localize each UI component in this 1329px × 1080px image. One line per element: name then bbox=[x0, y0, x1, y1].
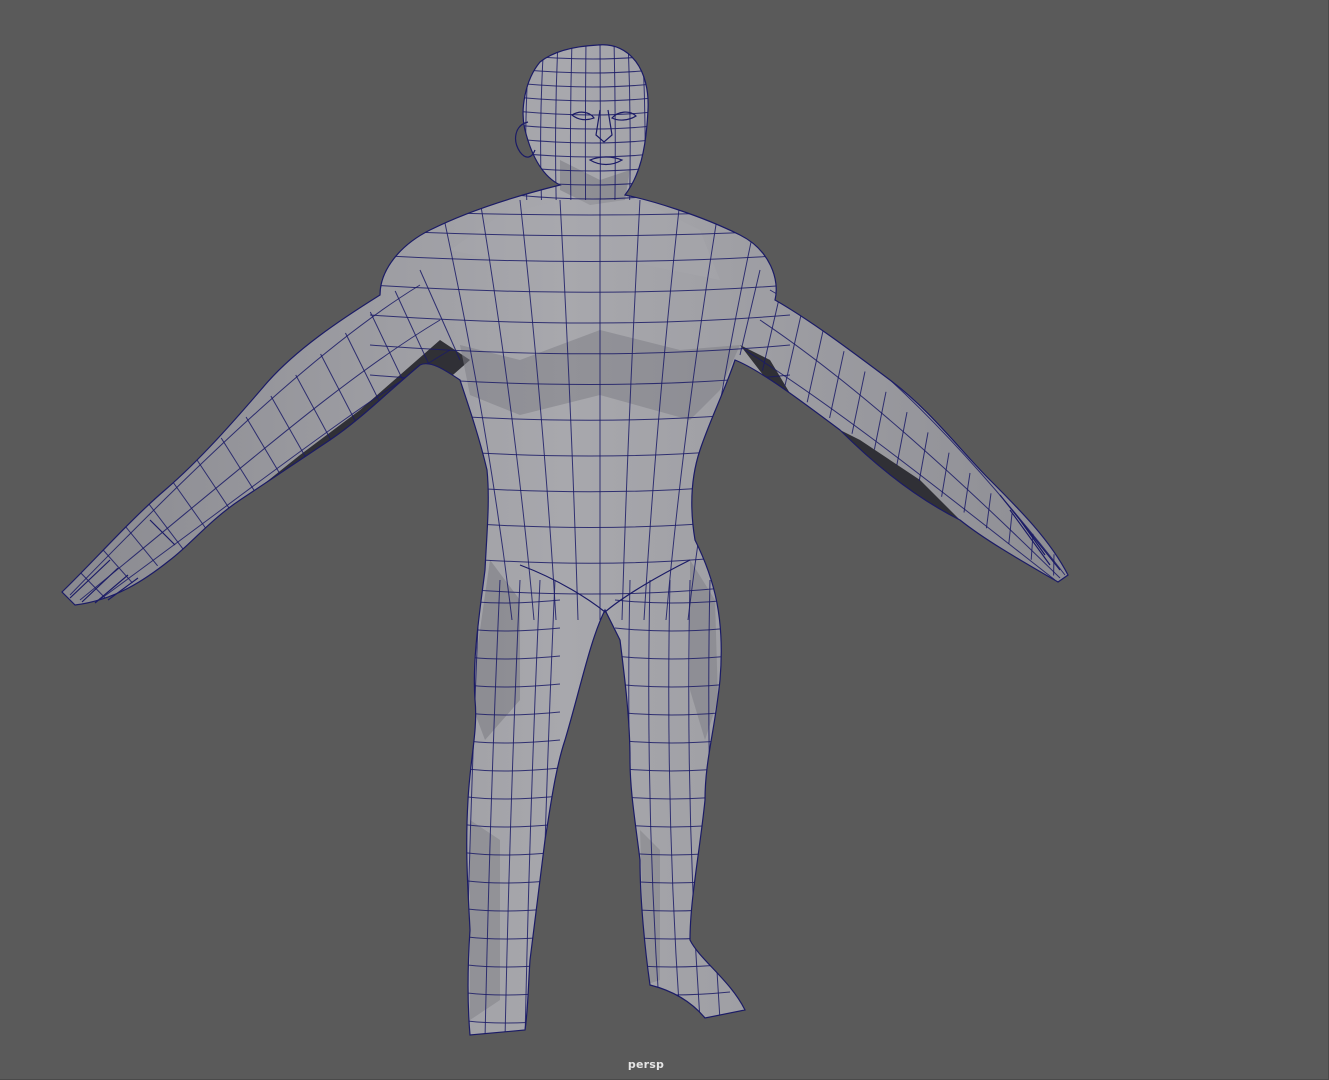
wireframe-edge bbox=[614, 1019, 731, 1024]
character-mesh[interactable] bbox=[0, 0, 1329, 1080]
mesh-silhouette bbox=[62, 44, 1068, 1036]
perspective-viewport[interactable]: persp bbox=[0, 0, 1329, 1080]
camera-name-label: persp bbox=[627, 1058, 665, 1071]
